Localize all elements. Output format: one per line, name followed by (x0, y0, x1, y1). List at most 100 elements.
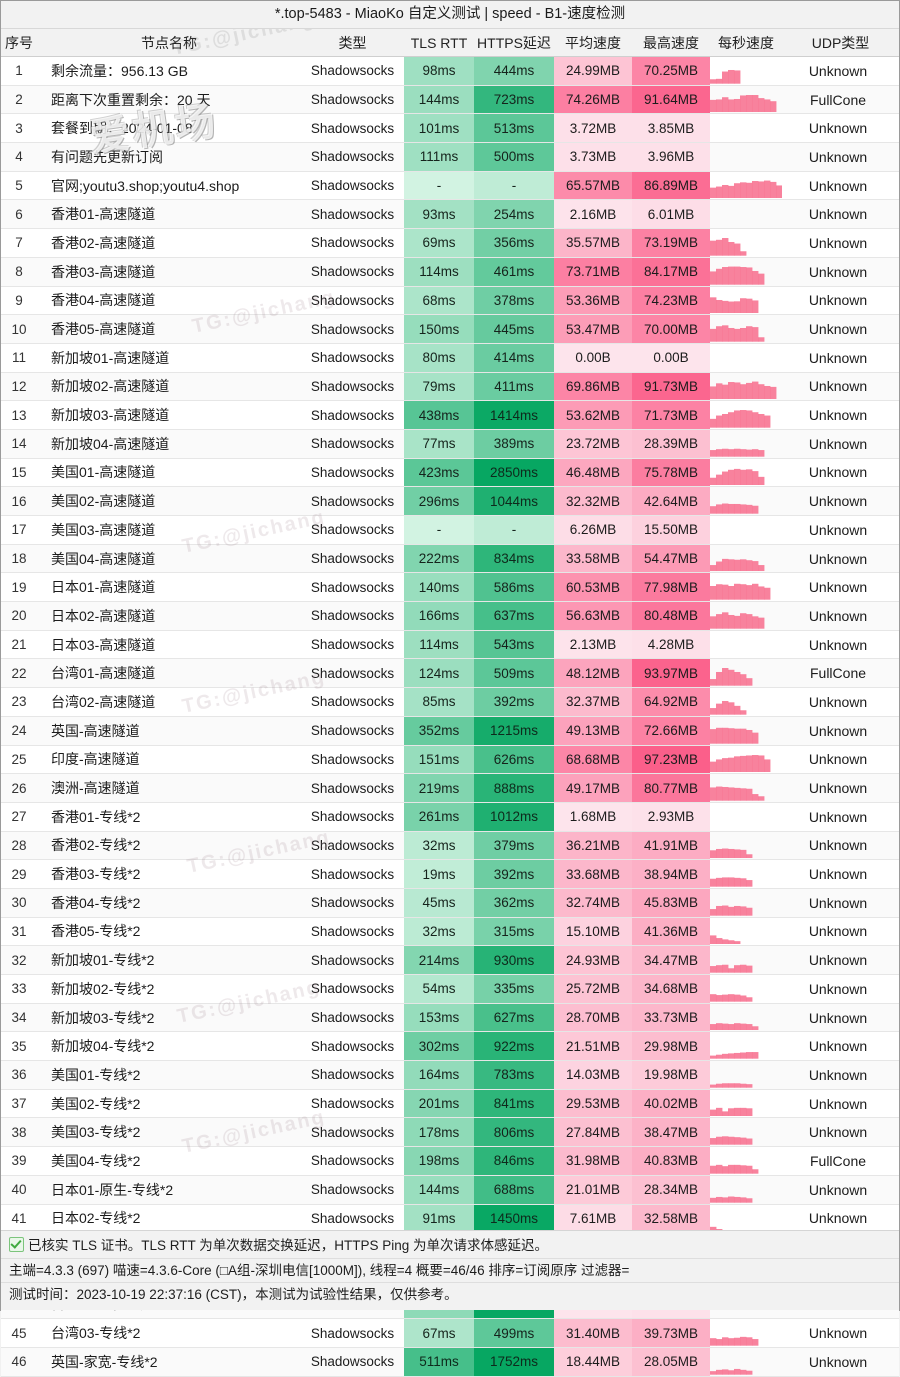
table-row[interactable]: 17 美国03-高速隧道 Shadowsocks - -6.26MB 15.50MB Unk… (1, 515, 899, 545)
table-row[interactable]: 13 新加坡03-高速隧道 Shadowsocks 438ms 1414ms 53.62M… (1, 400, 899, 430)
row-index: 30 (1, 888, 37, 918)
max-speed-value: 91.64MB (632, 85, 710, 115)
row-index: 22 (1, 658, 37, 689)
per-second-speed-sparkline (710, 1060, 782, 1090)
table-row[interactable]: 31 香港05-专线*2 Shadowsocks 32ms 315ms 15.10MB 41… (1, 917, 899, 947)
max-speed-value: 77.98MB (632, 572, 710, 603)
table-row[interactable]: 1 剩余流量：956.13 GB Shadowsocks 98ms 444ms 24.99… (1, 56, 899, 86)
tls-rtt-value: 144ms (404, 85, 474, 115)
avg-speed-value: 73.71MB (554, 257, 632, 287)
table-row[interactable]: 4 有问题先更新订阅 Shadowsocks 111ms 500ms 3.73MB 3.96… (1, 142, 899, 172)
table-row[interactable]: 35 新加坡04-专线*2 Shadowsocks 302ms 922ms 21.51MB… (1, 1031, 899, 1062)
node-name: 美国03-高速隧道 (37, 515, 301, 545)
table-row[interactable]: 18 美国04-高速隧道 Shadowsocks 222ms 834ms 33.58MB 5… (1, 544, 899, 574)
table-row[interactable]: 10 香港05-高速隧道 Shadowsocks 150ms 445ms 53.47MB 7… (1, 314, 899, 344)
column-header-name[interactable]: 节点名称 (37, 29, 301, 57)
column-header-type[interactable]: 类型 (301, 29, 404, 57)
node-type: Shadowsocks (301, 831, 404, 861)
table-row[interactable]: 5 官网;youtu3.shop;youtu4.shop Shadowsocks - -… (1, 171, 899, 201)
table-row[interactable]: 24 英国-高速隧道 Shadowsocks 352ms 1215ms 49.13MB 72… (1, 716, 899, 746)
table-row[interactable]: 6 香港01-高速隧道 Shadowsocks 93ms 254ms 2.16MB 6.01… (1, 199, 899, 230)
table-row[interactable]: 7 香港02-高速隧道 Shadowsocks 69ms 356ms 35.57MB 73.… (1, 228, 899, 258)
udp-type-value: Unknown (782, 945, 899, 975)
table-row[interactable]: 11 新加坡01-高速隧道 Shadowsocks 80ms 414ms 0.00B 0.0… (1, 343, 899, 373)
table-row[interactable]: 29 香港03-专线*2 Shadowsocks 19ms 392ms 33.68MB 38… (1, 859, 899, 889)
table-row[interactable]: 34 新加坡03-专线*2 Shadowsocks 153ms 627ms 28.70MB… (1, 1003, 899, 1033)
table-row[interactable]: 9 香港04-高速隧道 Shadowsocks 68ms 378ms 53.36MB 74.… (1, 286, 899, 316)
udp-type-value: Unknown (782, 286, 899, 316)
table-row[interactable]: 36 美国01-专线*2 Shadowsocks 164ms 783ms 14.03MB 1… (1, 1060, 899, 1090)
table-row[interactable]: 38 美国03-专线*2 Shadowsocks 178ms 806ms 27.84MB 3… (1, 1117, 899, 1148)
table-row[interactable]: 2 距离下次重置剩余：20 天 Shadowsocks 144ms 723ms 74.26… (1, 85, 899, 115)
tls-rtt-value: 114ms (404, 257, 474, 287)
avg-speed-value: 32.32MB (554, 486, 632, 516)
table-row[interactable]: 23 台湾02-高速隧道 Shadowsocks 85ms 392ms 32.37MB 64… (1, 687, 899, 717)
https-latency-value: 627ms (474, 1003, 554, 1033)
table-row[interactable]: 19 日本01-高速隧道 Shadowsocks 140ms 586ms 60.53MB 7… (1, 572, 899, 603)
avg-speed-value: 33.58MB (554, 544, 632, 574)
per-second-speed-sparkline (710, 372, 782, 402)
check-icon (9, 1237, 24, 1252)
table-row[interactable]: 46 英国-家宽-专线*2 Shadowsocks 511ms 1752ms 18.44M… (1, 1347, 899, 1377)
table-row[interactable]: 21 日本03-高速隧道 Shadowsocks 114ms 543ms 2.13MB 4.… (1, 630, 899, 660)
node-type: Shadowsocks (301, 687, 404, 717)
node-name: 新加坡02-专线*2 (37, 974, 301, 1004)
column-header-max[interactable]: 最高速度 (632, 29, 710, 57)
table-row[interactable]: 16 美国02-高速隧道 Shadowsocks 296ms 1044ms 32.32MB… (1, 486, 899, 516)
udp-type-value: Unknown (782, 716, 899, 746)
tls-rtt-value: 214ms (404, 945, 474, 975)
table-row[interactable]: 33 新加坡02-专线*2 Shadowsocks 54ms 335ms 25.72MB 3… (1, 974, 899, 1004)
https-latency-value: 389ms (474, 429, 554, 459)
node-type: Shadowsocks (301, 142, 404, 172)
table-row[interactable]: 25 印度-高速隧道 Shadowsocks 151ms 626ms 68.68MB 97.… (1, 745, 899, 775)
row-index: 15 (1, 458, 37, 488)
max-speed-value: 33.73MB (632, 1003, 710, 1033)
table-row[interactable]: 40 日本01-原生-专线*2 Shadowsocks 144ms 688ms 21.01… (1, 1175, 899, 1205)
tls-rtt-value: 32ms (404, 917, 474, 947)
table-row[interactable]: 8 香港03-高速隧道 Shadowsocks 114ms 461ms 73.71MB 84… (1, 257, 899, 287)
udp-type-value: Unknown (782, 1347, 899, 1377)
table-row[interactable]: 30 香港04-专线*2 Shadowsocks 45ms 362ms 32.74MB 45… (1, 888, 899, 918)
avg-speed-value: 24.99MB (554, 56, 632, 86)
table-row[interactable]: 12 新加坡02-高速隧道 Shadowsocks 79ms 411ms 69.86MB 9… (1, 372, 899, 402)
row-index: 40 (1, 1175, 37, 1205)
node-name: 距离下次重置剩余：20 天 (37, 85, 301, 115)
table-row[interactable]: 20 日本02-高速隧道 Shadowsocks 166ms 637ms 56.63MB 8… (1, 601, 899, 631)
column-header-spark[interactable]: 每秒速度 (710, 29, 782, 57)
column-header-idx[interactable]: 序号 (1, 29, 37, 57)
table-row[interactable]: 37 美国02-专线*2 Shadowsocks 201ms 841ms 29.53MB 4… (1, 1089, 899, 1119)
table-row[interactable]: 15 美国01-高速隧道 Shadowsocks 423ms 2850ms 46.48MB… (1, 458, 899, 488)
udp-type-value: Unknown (782, 1117, 899, 1148)
max-speed-value: 38.94MB (632, 859, 710, 889)
table-row[interactable]: 14 新加坡04-高速隧道 Shadowsocks 77ms 389ms 23.72MB 2… (1, 429, 899, 459)
column-header-avg[interactable]: 平均速度 (554, 29, 632, 57)
row-index: 39 (1, 1146, 37, 1176)
column-header-rtt[interactable]: TLS RTT (404, 29, 474, 57)
tls-rtt-value: 150ms (404, 314, 474, 344)
row-index: 5 (1, 171, 37, 201)
row-index: 31 (1, 917, 37, 947)
max-speed-value: 39.73MB (632, 1318, 710, 1348)
column-header-ping[interactable]: HTTPS延迟 (474, 29, 554, 57)
node-name: 有问题先更新订阅 (37, 142, 301, 172)
node-name: 套餐到期：2024-01-08 (37, 113, 301, 144)
table-row[interactable]: 28 香港02-专线*2 Shadowsocks 32ms 379ms 36.21MB 41… (1, 831, 899, 861)
https-latency-value: - (474, 171, 554, 201)
column-header-udp[interactable]: UDP类型 (782, 29, 899, 57)
avg-speed-value: 23.72MB (554, 429, 632, 459)
node-name: 日本02-高速隧道 (37, 601, 301, 631)
table-row[interactable]: 39 美国04-专线*2 Shadowsocks 198ms 846ms 31.98MB 4… (1, 1146, 899, 1176)
table-row[interactable]: 32 新加坡01-专线*2 Shadowsocks 214ms 930ms 24.93MB… (1, 945, 899, 975)
row-index: 35 (1, 1031, 37, 1062)
node-type: Shadowsocks (301, 630, 404, 660)
table-row[interactable]: 22 台湾01-高速隧道 Shadowsocks 124ms 509ms 48.12MB 9… (1, 658, 899, 689)
table-row[interactable]: 27 香港01-专线*2 Shadowsocks 261ms 1012ms 1.68MB 2… (1, 802, 899, 832)
max-speed-value: 0.00B (632, 343, 710, 373)
table-row[interactable]: 26 澳洲-高速隧道 Shadowsocks 219ms 888ms 49.17MB 80.… (1, 773, 899, 803)
table-row[interactable]: 45 台湾03-专线*2 Shadowsocks 67ms 499ms 31.40MB 39… (1, 1318, 899, 1348)
table-row[interactable]: 41 日本02-专线*2 Shadowsocks 91ms 1450ms 7.61MB 32… (1, 1204, 899, 1234)
table-row[interactable]: 3 套餐到期：2024-01-08 Shadowsocks 101ms 513ms 3.7… (1, 113, 899, 144)
node-name: 美国01-高速隧道 (37, 458, 301, 488)
node-type: Shadowsocks (301, 286, 404, 316)
max-speed-value: 73.19MB (632, 228, 710, 258)
